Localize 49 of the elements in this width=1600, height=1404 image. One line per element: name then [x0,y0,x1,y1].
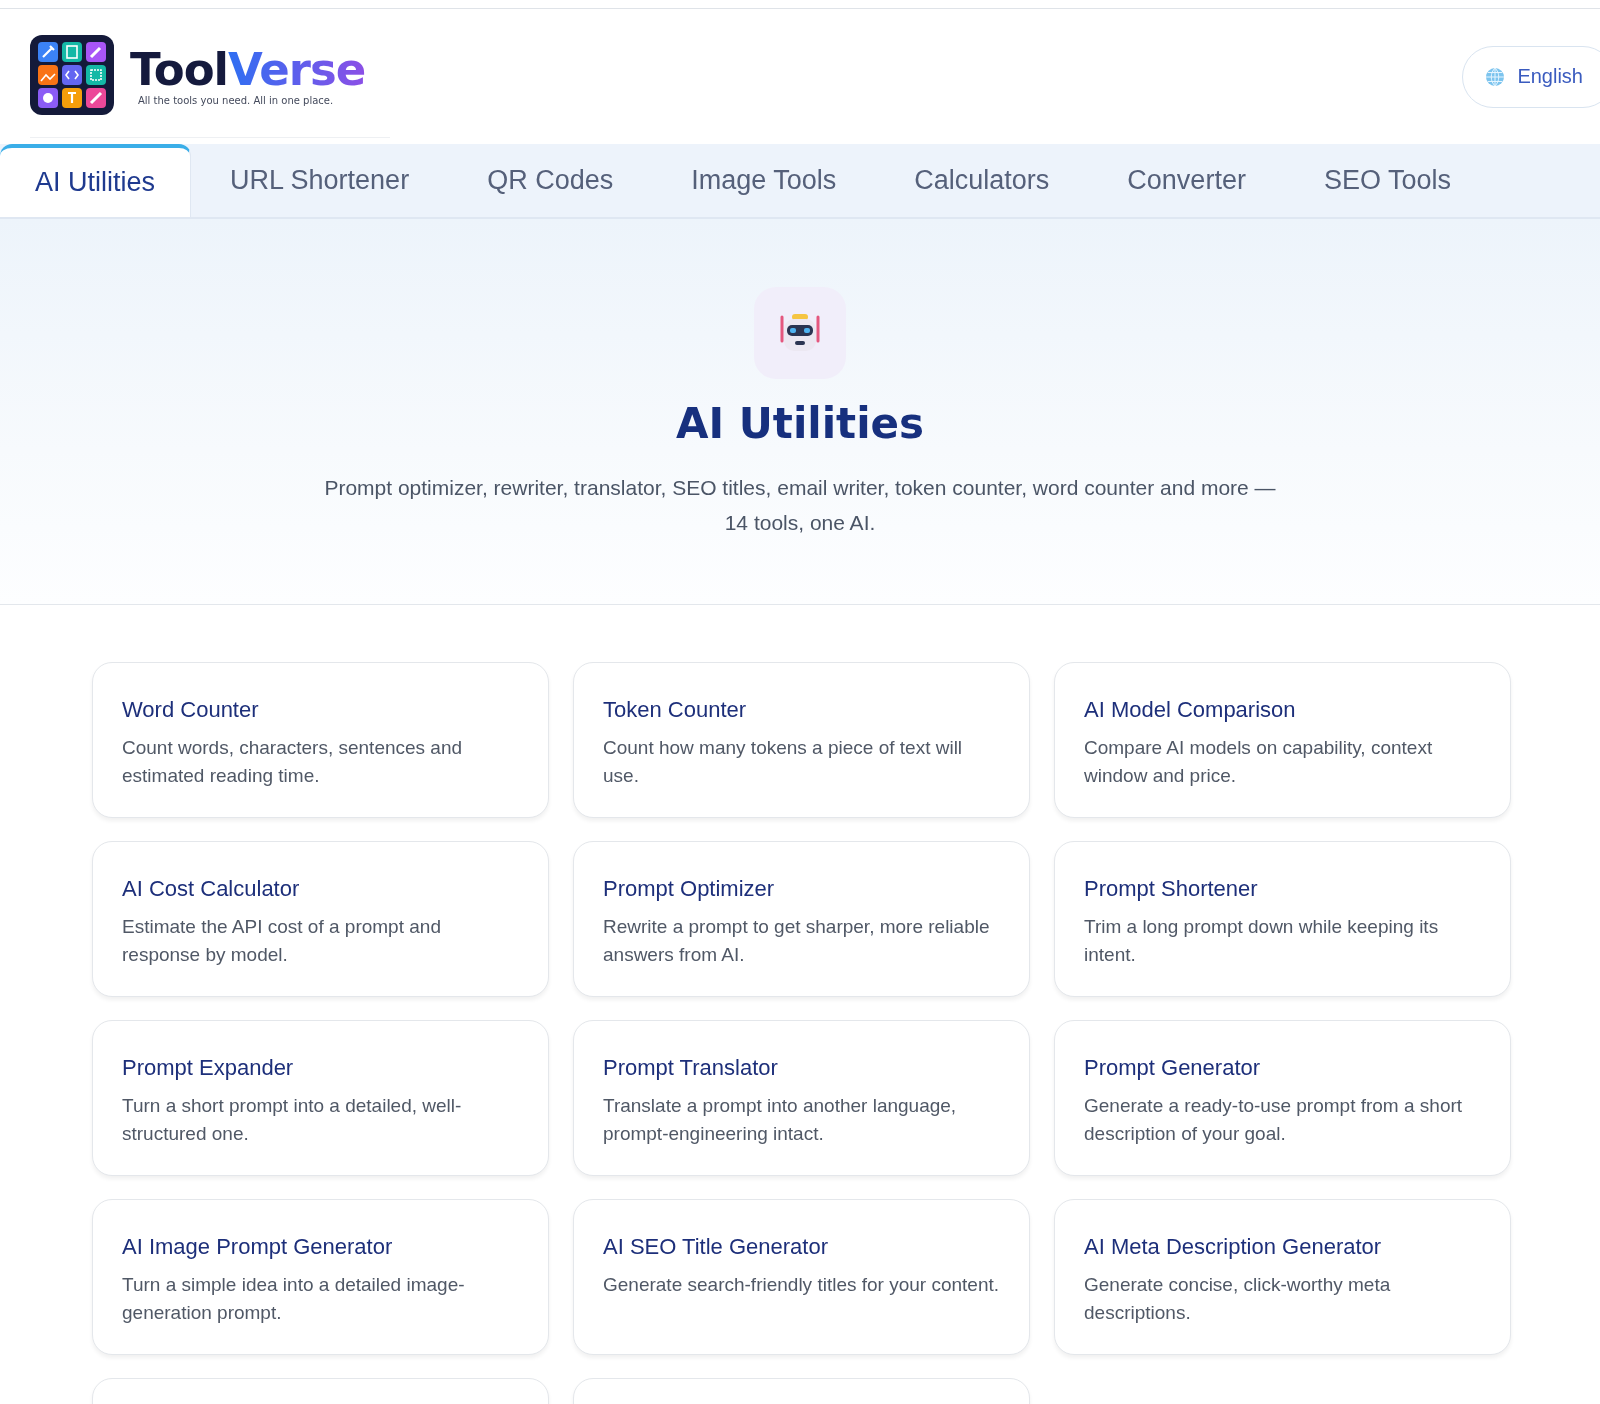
tool-card[interactable]: AI Image Prompt Generator Turn a simple idea into a detailed image-generation prompt. [92,1199,549,1355]
card-description: Generate a ready-to-use prompt from a short description of your goal. [1084,1094,1464,1146]
card-title: Word Counter [122,697,260,723]
card-description: Turn a simple idea into a detailed image-generation prompt. [122,1273,466,1325]
tool-card[interactable]: AI SEO Title Generator Generate search-friendly titles for your content. [573,1199,1030,1355]
tool-card[interactable]: Word Counter Count words, characters, sentences and estimated reading time. [92,662,549,818]
nav-tab[interactable]: URL Shortener [191,144,449,217]
card-description: Trim a long prompt down while keeping its intent. [1084,915,1440,967]
card-title: Prompt Optimizer [603,876,776,902]
nav-tab[interactable]: Image Tools [652,144,876,217]
card-description: Compare AI models on capability, context window and price. [1084,736,1434,788]
card-description: Generate concise, click-worthy meta descriptions. [1084,1273,1392,1325]
tool-card[interactable]: AI Meta Description Generator Generate concise, click-worthy meta descriptions. [1054,1199,1511,1355]
card-description: Translate a prompt into another language, prompt-engineering intact. [603,1094,958,1146]
card-title: Prompt Translator [603,1055,779,1081]
robot-icon [754,287,846,379]
nav-tab[interactable]: SEO Tools [1284,144,1490,217]
card-title: Prompt Generator [1084,1055,1262,1081]
card-title: Prompt Expander [122,1055,295,1081]
tool-card[interactable]: AI Cost Calculator Estimate the API cost of a prompt and response by model. [92,841,549,997]
card-description: Count how many tokens a piece of text will use. [603,736,964,788]
tool-card[interactable]: Prompt Generator Generate a ready-to-use prompt from a short description of your goal. [1054,1020,1511,1176]
nav-tab[interactable]: QR Codes [448,144,653,217]
tool-card[interactable]: Prompt Expander Turn a short prompt into a detailed, well-structured one. [92,1020,549,1176]
card-title: Token Counter [603,697,748,723]
card-title: AI Model Comparison [1084,697,1297,723]
card-description: Turn a short prompt into a detailed, well-structured one. [122,1094,463,1146]
tool-card[interactable]: AI Model Comparison Compare AI models on capability, context window and price. [1054,662,1511,818]
tool-card[interactable]: Token Counter Count how many tokens a piece of text will use. [573,662,1030,818]
card-description: Rewrite a prompt to get sharper, more reliable answers from AI. [603,915,991,967]
card-title: Prompt Shortener [1084,876,1259,902]
card-title: AI Meta Description Generator [1084,1234,1383,1260]
card-description: Estimate the API cost of a prompt and response by model. [122,915,442,967]
page-description: Prompt optimizer, rewriter, translator, SEO titles, email writer, token counter, word counter and more — 14 tools, one AI. [323,475,1277,536]
tool-card[interactable]: Prompt Optimizer Rewrite a prompt to get sharper, more reliable answers from AI. [573,841,1030,997]
card-title: AI Image Prompt Generator [122,1234,394,1260]
language-button[interactable]: English [1462,45,1600,108]
card-description: Generate search-friendly titles for your content. [603,1273,1001,1297]
nav-tab[interactable]: AI Utilities [0,144,192,217]
page-title: AI Utilities [675,399,925,448]
nav-tab[interactable]: Calculators [875,144,1089,217]
card-title: AI SEO Title Generator [603,1234,829,1260]
tool-card[interactable]: Prompt Translator Translate a prompt into another language, prompt-engineering intact. [573,1020,1030,1176]
tool-card[interactable]: Prompt Shortener Trim a long prompt down while keeping its intent. [1054,841,1511,997]
card-title: AI Cost Calculator [122,876,301,902]
card-description: Count words, characters, sentences and estimated reading time. [122,736,464,788]
logo-tagline: All the tools you need. All in one place. [138,94,335,106]
nav-tab[interactable]: Converter [1088,144,1285,217]
globe-icon [1485,66,1506,87]
